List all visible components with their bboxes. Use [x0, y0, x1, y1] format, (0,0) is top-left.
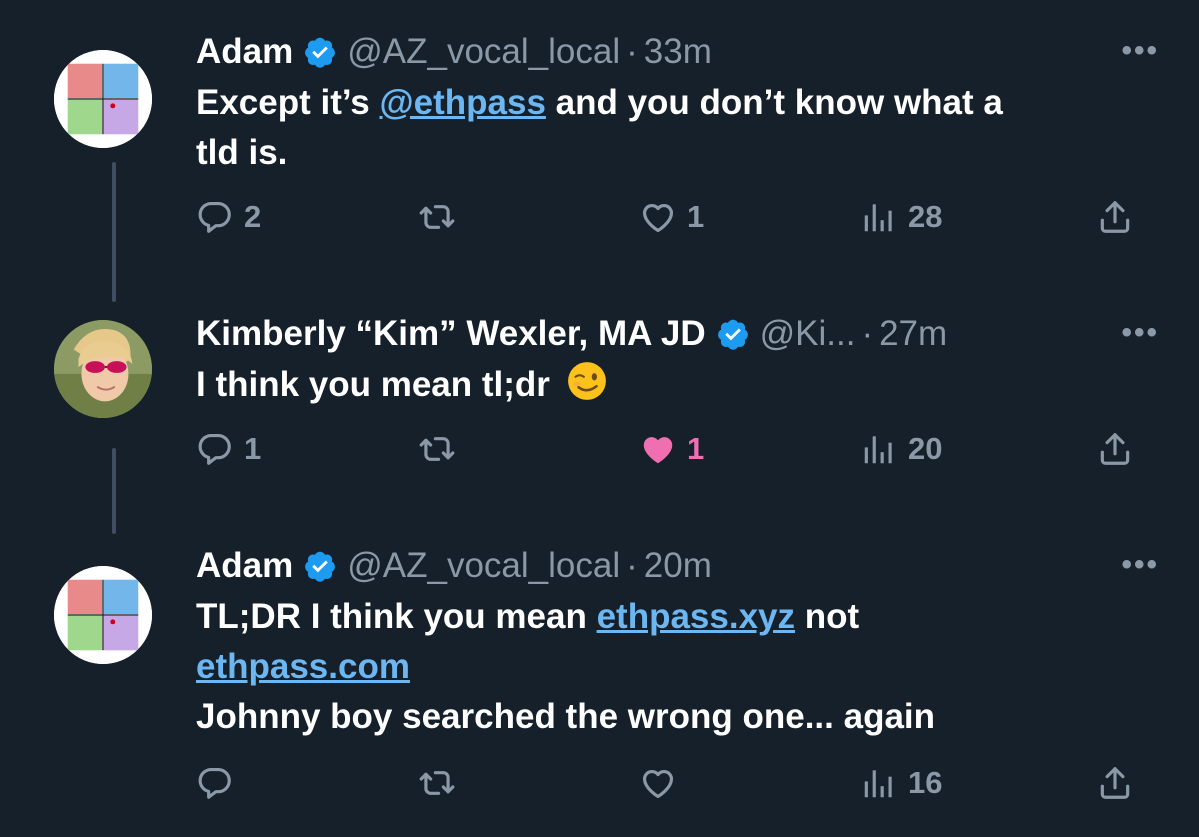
- profile-photo-icon: [54, 320, 152, 418]
- reply-count: 2: [244, 199, 262, 234]
- text-segment: Except it’s: [196, 83, 380, 122]
- display-name[interactable]: Kimberly “Kim” Wexler, MA JD: [196, 314, 706, 354]
- text-segment: Johnny boy searched the wrong one... aga…: [196, 697, 936, 736]
- url-link[interactable]: ethpass.com: [196, 647, 410, 686]
- retweet-icon: [418, 198, 456, 236]
- verified-badge-icon: [303, 35, 337, 69]
- heart-icon: [639, 198, 677, 236]
- tweet-header: Adam @AZ_vocal_local · 20m: [196, 544, 1139, 588]
- verified-badge-icon: [716, 317, 750, 351]
- heart-filled-icon: [639, 430, 677, 468]
- verified-badge-icon: [303, 549, 337, 583]
- retweet-button[interactable]: [418, 198, 466, 236]
- tweet-text: I think you mean tl;dr: [196, 360, 1139, 410]
- url-link[interactable]: ethpass.xyz: [597, 597, 795, 636]
- like-count: 1: [687, 431, 705, 466]
- like-button[interactable]: [639, 764, 687, 802]
- action-bar: 2 1 28: [196, 198, 1146, 248]
- like-button[interactable]: 1: [639, 430, 704, 468]
- analytics-icon: [860, 198, 898, 236]
- avatar[interactable]: [54, 50, 152, 148]
- avatar[interactable]: [54, 566, 152, 664]
- timestamp[interactable]: 27m: [879, 314, 947, 354]
- display-name[interactable]: Adam: [196, 32, 293, 72]
- share-button[interactable]: [1096, 430, 1134, 468]
- separator: ·: [626, 32, 638, 71]
- retweet-button[interactable]: [418, 430, 466, 468]
- timestamp[interactable]: 20m: [644, 546, 712, 586]
- like-count: 1: [687, 199, 705, 234]
- more-options-button[interactable]: •••: [1121, 316, 1159, 350]
- text-segment: I think you mean tl;dr: [196, 365, 550, 404]
- thread-line: [112, 448, 116, 534]
- political-compass-avatar-icon: [54, 566, 152, 664]
- more-options-button[interactable]: •••: [1121, 548, 1159, 582]
- display-name[interactable]: Adam: [196, 546, 293, 586]
- thread-line: [112, 162, 116, 302]
- views-button[interactable]: 16: [860, 764, 942, 802]
- tweet-text: TL;DR I think you mean ethpass.xyz not e…: [196, 592, 1139, 742]
- more-options-button[interactable]: •••: [1121, 34, 1159, 68]
- view-count: 16: [908, 765, 943, 800]
- user-handle[interactable]: @AZ_vocal_local: [347, 546, 620, 586]
- avatar[interactable]: [54, 320, 152, 418]
- view-count: 28: [908, 199, 943, 234]
- user-handle[interactable]: @AZ_vocal_local: [347, 32, 620, 72]
- reply-button[interactable]: 1: [196, 430, 261, 468]
- retweet-icon: [418, 764, 456, 802]
- share-icon: [1096, 430, 1134, 468]
- text-segment: tld is.: [196, 133, 288, 172]
- like-button[interactable]: 1: [639, 198, 704, 236]
- retweet-button[interactable]: [418, 764, 466, 802]
- separator: ·: [626, 546, 638, 585]
- share-button[interactable]: [1096, 198, 1134, 236]
- user-handle[interactable]: @Ki...: [760, 314, 856, 354]
- heart-icon: [639, 764, 677, 802]
- reply-count: 1: [244, 431, 262, 466]
- winking-face-emoji-icon: [567, 362, 606, 400]
- analytics-icon: [860, 764, 898, 802]
- tweet-header: Adam @AZ_vocal_local · 33m: [196, 30, 1139, 74]
- timestamp[interactable]: 33m: [644, 32, 712, 72]
- reply-button[interactable]: [196, 764, 244, 802]
- reply-icon: [196, 430, 234, 468]
- political-compass-avatar-icon: [54, 50, 152, 148]
- tweet-3[interactable]: Adam @AZ_vocal_local · 20m ••• TL;DR I t…: [0, 530, 1199, 837]
- views-button[interactable]: 20: [860, 430, 942, 468]
- text-segment: and you don’t know what a: [545, 83, 1003, 122]
- retweet-icon: [418, 430, 456, 468]
- share-button[interactable]: [1096, 764, 1134, 802]
- tweet-2[interactable]: Kimberly “Kim” Wexler, MA JD @Ki... · 27…: [0, 290, 1199, 534]
- action-bar: 1 1 20: [196, 430, 1146, 480]
- reply-button[interactable]: 2: [196, 198, 261, 236]
- views-button[interactable]: 28: [860, 198, 942, 236]
- reply-icon: [196, 198, 234, 236]
- tweet-text: Except it’s @ethpass and you don’t know …: [196, 78, 1139, 178]
- view-count: 20: [908, 431, 943, 466]
- text-segment: not: [795, 597, 860, 636]
- analytics-icon: [860, 430, 898, 468]
- tweet-1[interactable]: Adam @AZ_vocal_local · 33m ••• Except it…: [0, 0, 1199, 302]
- action-bar: 16: [196, 764, 1146, 814]
- text-segment: TL;DR I think you mean: [196, 597, 597, 636]
- share-icon: [1096, 198, 1134, 236]
- mention-link[interactable]: @ethpass: [380, 83, 546, 122]
- separator: ·: [861, 314, 874, 353]
- share-icon: [1096, 764, 1134, 802]
- reply-icon: [196, 764, 234, 802]
- tweet-header: Kimberly “Kim” Wexler, MA JD @Ki... · 27…: [196, 312, 1139, 356]
